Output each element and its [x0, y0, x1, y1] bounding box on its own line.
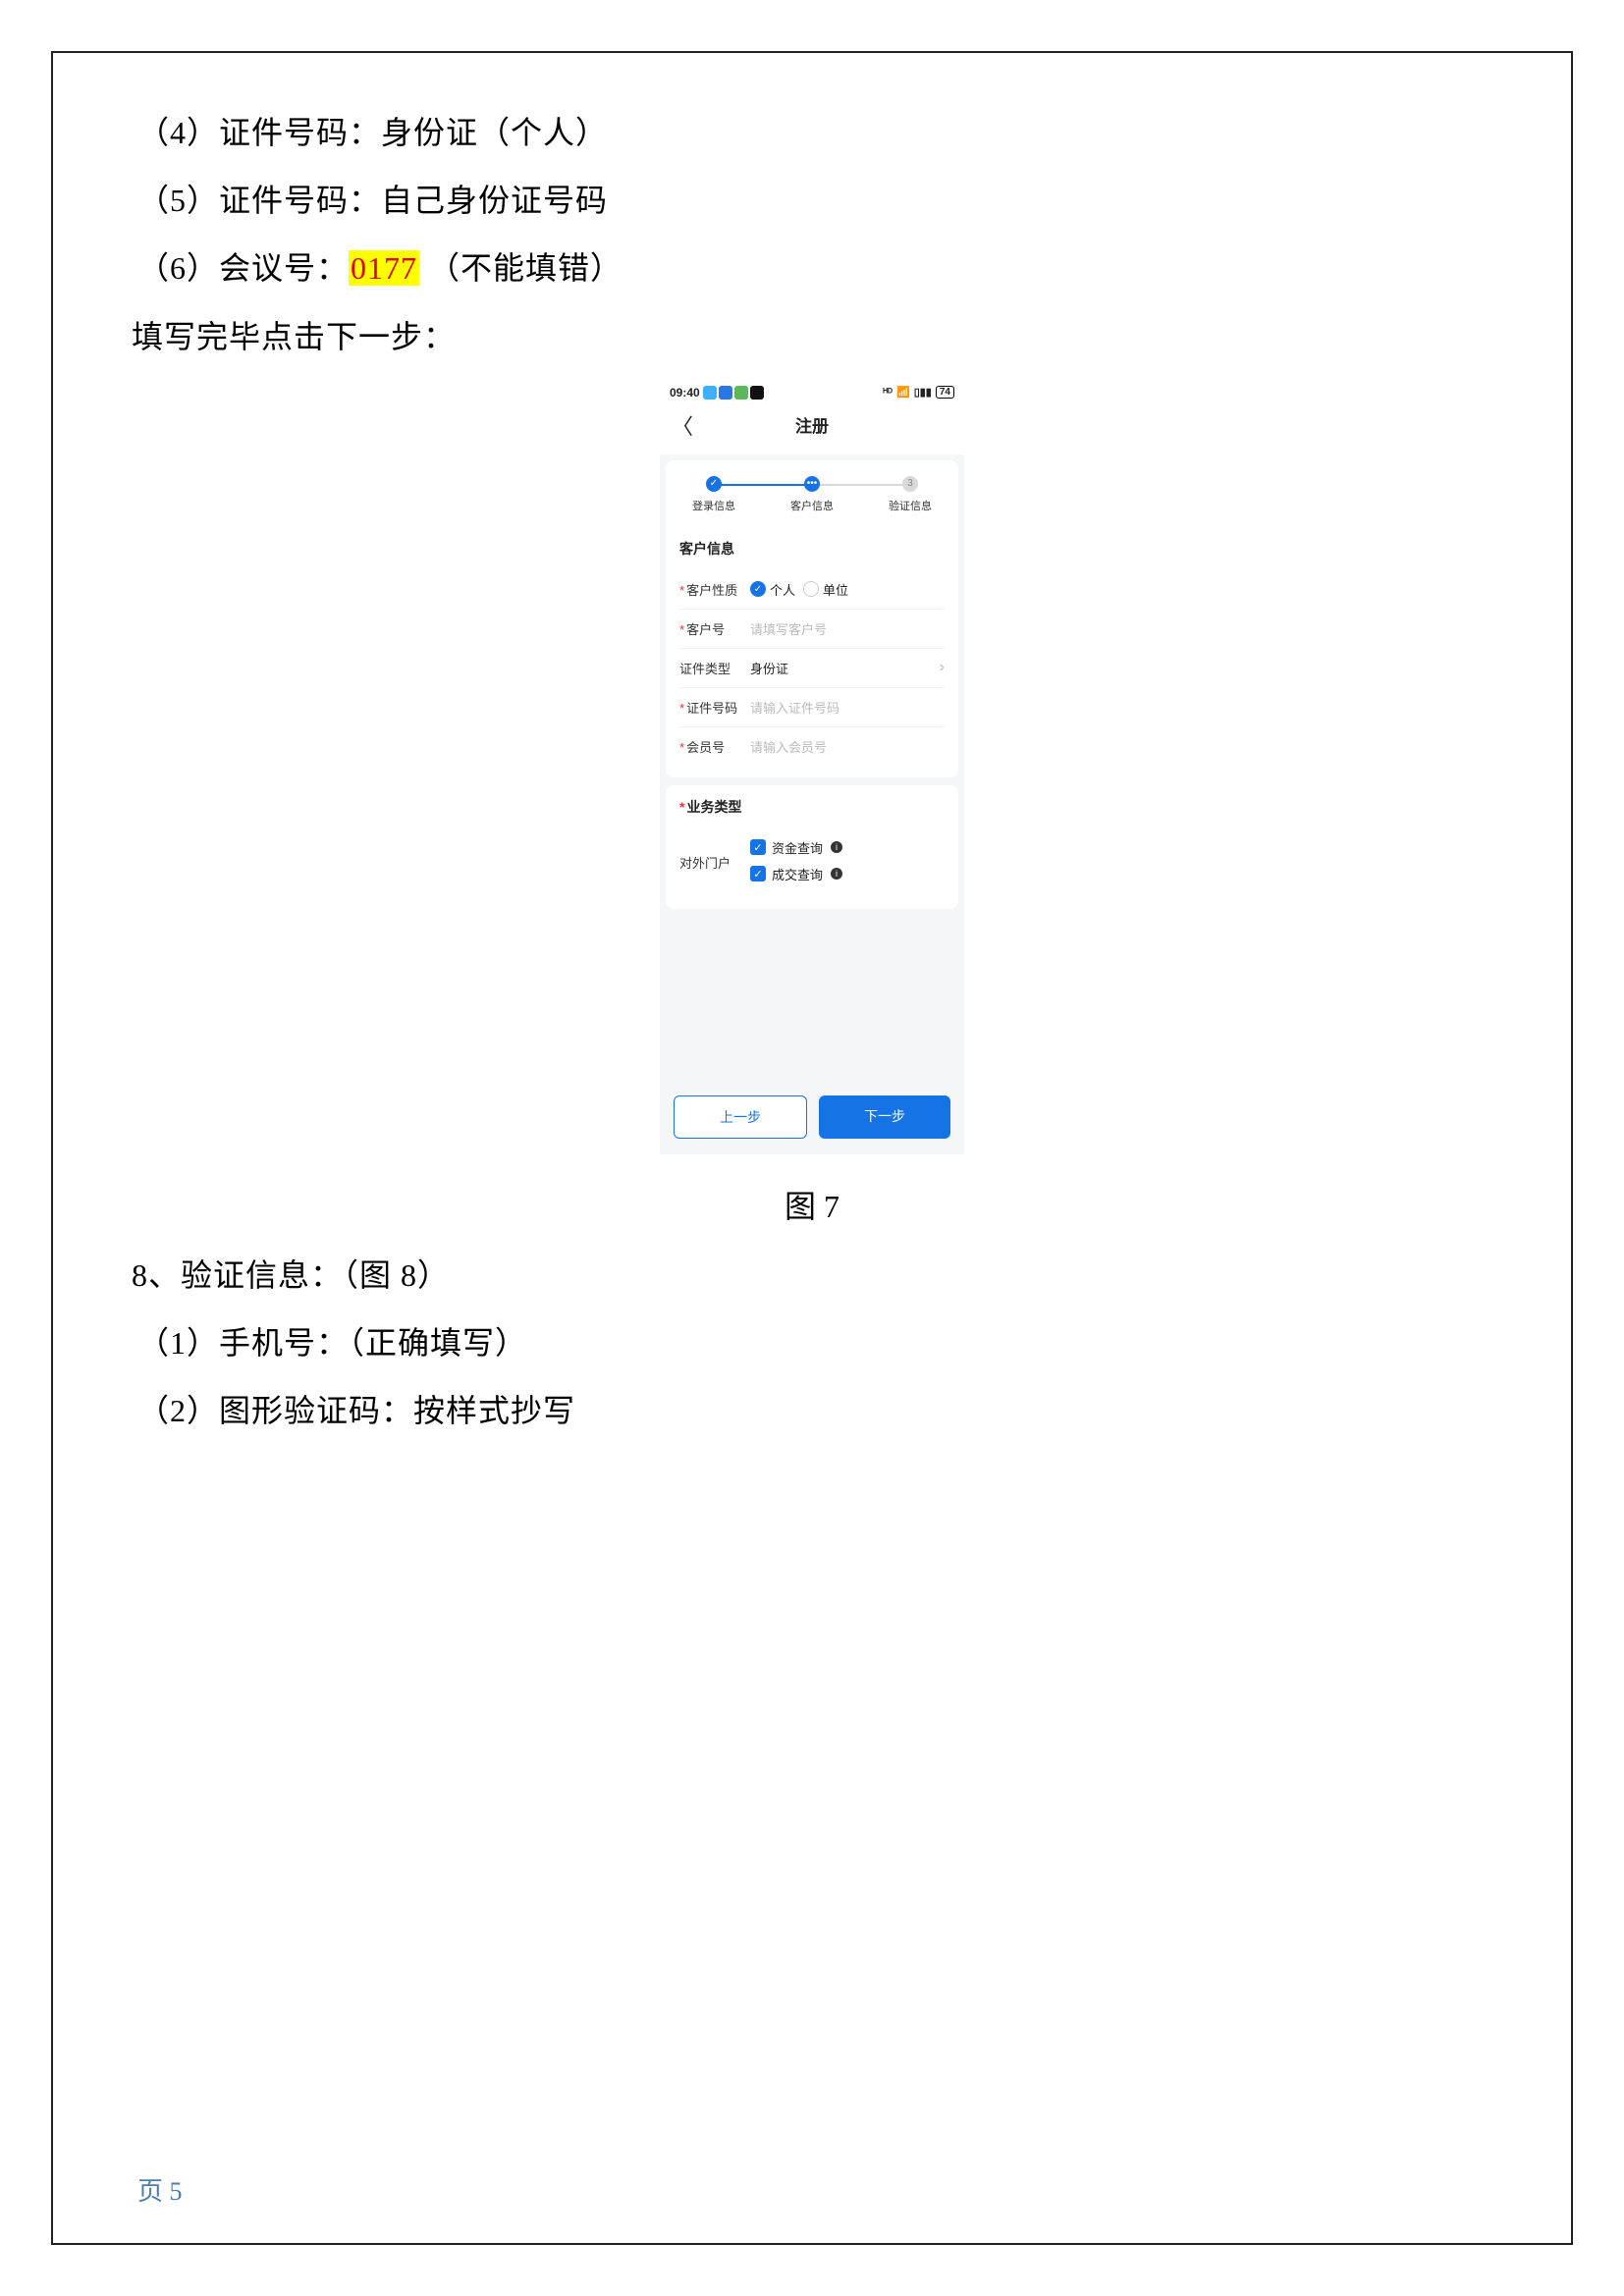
deal-query-label: 成交查询: [772, 865, 823, 883]
spacer: [660, 909, 964, 1086]
customer-info-card: 客户信息 *客户性质 ✓ 个人 单位 *客户号 请填写客户号: [666, 527, 958, 777]
status-app-icons: [703, 386, 764, 400]
doc-line-4: （4）证件号码：身份证（个人）: [137, 108, 1487, 158]
radio-checked-icon: ✓: [750, 581, 766, 597]
status-icon-1: [703, 386, 717, 400]
next-button[interactable]: 下一步: [819, 1095, 950, 1139]
section-8-2: （2）图形验证码：按样式抄写: [137, 1386, 1487, 1436]
label-customer-no: *客户号: [679, 619, 750, 638]
status-icon-3: [734, 386, 748, 400]
row-portal: 对外门户 ✓ 资金查询 i ✓ 成交查询 i: [679, 828, 945, 897]
status-time: 09:40: [670, 386, 700, 400]
step-dot-3: 3: [902, 476, 918, 492]
label-portal: 对外门户: [679, 853, 750, 872]
step-customer-info: ••• 客户信息: [787, 476, 837, 513]
label-id-type: 证件类型: [679, 659, 750, 677]
doc-instruction: 填写完毕点击下一步：: [132, 312, 1487, 362]
customer-info-title: 客户信息: [679, 539, 945, 559]
value-customer-nature: ✓ 个人 单位: [750, 580, 945, 599]
step-dot-2: •••: [804, 476, 820, 492]
input-customer-no[interactable]: 请填写客户号: [750, 619, 945, 638]
label-id-no: *证件号码: [679, 698, 750, 717]
section-8-heading: 8、验证信息：（图 8）: [132, 1251, 1487, 1301]
checkbox-checked-icon: ✓: [750, 866, 766, 881]
figure-caption: 图 7: [137, 1182, 1487, 1227]
line6-suffix: （不能填错）: [419, 250, 623, 286]
wifi-icon: 📶: [896, 386, 910, 399]
status-left: 09:40: [670, 386, 764, 400]
info-icon[interactable]: i: [831, 841, 842, 853]
checkbox-checked-icon: ✓: [750, 839, 766, 855]
doc-line-6: （6）会议号：0177 （不能填错）: [137, 243, 1487, 294]
label-member-no: *会员号: [679, 737, 750, 756]
row-id-no[interactable]: *证件号码 请输入证件号码: [679, 688, 945, 727]
phone-screenshot: 09:40 ᴴᴰ 📶 ▯▮▮ 74 〈 注册: [660, 380, 964, 1154]
checkbox-fund-query[interactable]: ✓ 资金查询 i: [750, 838, 842, 857]
id-type-text: 身份证: [750, 659, 788, 677]
doc-line-5: （5）证件号码：自己身份证号码: [137, 176, 1487, 226]
status-right: ᴴᴰ 📶 ▯▮▮ 74: [883, 386, 954, 399]
fund-query-label: 资金查询: [772, 838, 823, 857]
page-number: 页 5: [137, 2171, 183, 2208]
radio-personal[interactable]: ✓ 个人: [750, 580, 795, 599]
hd-icon: ᴴᴰ: [883, 387, 893, 399]
row-customer-nature: *客户性质 ✓ 个人 单位: [679, 570, 945, 610]
line6-prefix: （6）会议号：: [137, 250, 349, 286]
row-id-type[interactable]: 证件类型 身份证 ›: [679, 649, 945, 688]
biz-type-title: *业务类型: [679, 797, 945, 817]
input-member-no[interactable]: 请输入会员号: [750, 737, 945, 756]
step-dot-1: ✓: [706, 476, 722, 492]
input-id-no[interactable]: 请输入证件号码: [750, 698, 945, 717]
label-customer-nature: *客户性质: [679, 580, 750, 599]
button-row: 上一步 下一步: [660, 1086, 964, 1154]
portal-options: ✓ 资金查询 i ✓ 成交查询 i: [750, 838, 945, 887]
radio-company-label: 单位: [823, 580, 848, 599]
step-verify-info: 3 验证信息: [886, 476, 935, 513]
battery-icon: 74: [936, 386, 954, 399]
row-member-no[interactable]: *会员号 请输入会员号: [679, 727, 945, 766]
radio-company[interactable]: 单位: [803, 580, 848, 599]
status-icon-4: [750, 386, 764, 400]
status-bar: 09:40 ᴴᴰ 📶 ▯▮▮ 74: [660, 380, 964, 401]
signal-icon-1: ▯▮▮: [914, 386, 932, 399]
row-customer-no[interactable]: *客户号 请填写客户号: [679, 610, 945, 649]
radio-unchecked-icon: [803, 581, 819, 597]
status-icon-2: [719, 386, 732, 400]
nav-bar: 〈 注册: [660, 401, 964, 454]
stepper: ✓ 登录信息 ••• 客户信息 3 验证信息: [666, 460, 958, 527]
step-label-1: 登录信息: [692, 498, 735, 513]
info-icon[interactable]: i: [831, 868, 842, 880]
chevron-right-icon: ›: [940, 659, 945, 676]
step-login-info: ✓ 登录信息: [689, 476, 738, 513]
step-label-3: 验证信息: [889, 498, 932, 513]
step-label-2: 客户信息: [790, 498, 834, 513]
back-icon[interactable]: 〈: [672, 409, 693, 441]
radio-personal-label: 个人: [770, 580, 795, 599]
section-8-1: （1）手机号：（正确填写）: [137, 1318, 1487, 1368]
nav-title: 注册: [795, 412, 829, 437]
meeting-code: 0177: [349, 250, 419, 286]
biz-type-card: *业务类型 对外门户 ✓ 资金查询 i ✓ 成交查询 i: [666, 785, 958, 909]
document-content: （4）证件号码：身份证（个人） （5）证件号码：自己身份证号码 （6）会议号：0…: [137, 108, 1487, 1454]
checkbox-deal-query[interactable]: ✓ 成交查询 i: [750, 865, 842, 883]
value-id-type: 身份证 ›: [750, 659, 945, 677]
prev-button[interactable]: 上一步: [674, 1095, 807, 1139]
